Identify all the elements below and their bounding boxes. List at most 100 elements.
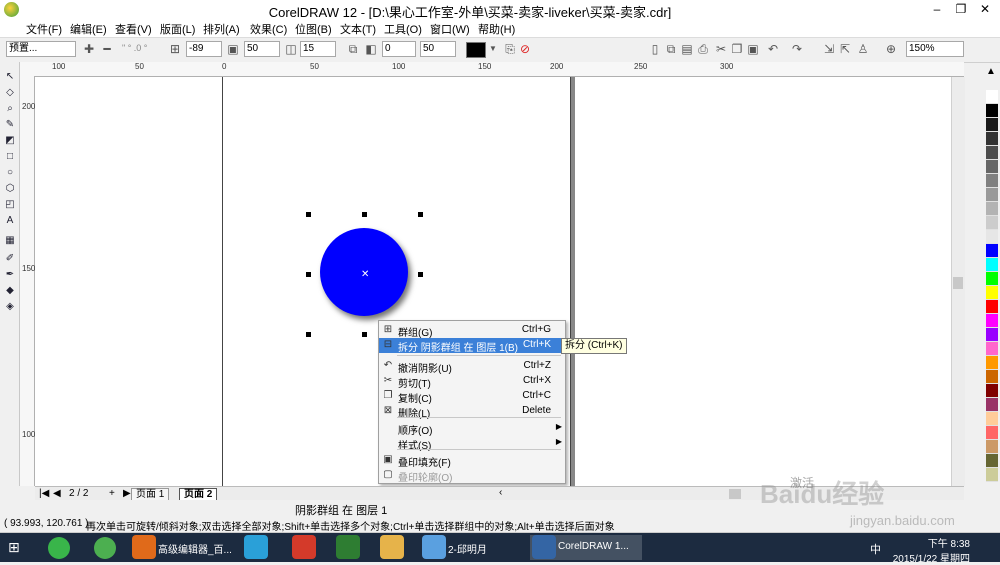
selection-handle[interactable] xyxy=(306,272,311,277)
menu-bitmaps[interactable]: 位图(B) xyxy=(295,21,332,37)
zoom-dropdown[interactable]: 150% xyxy=(906,41,964,57)
redo-icon[interactable]: ↷ xyxy=(790,42,804,56)
palette-swatch[interactable] xyxy=(986,370,998,384)
palette-swatch[interactable] xyxy=(986,174,998,188)
add-preset-icon[interactable]: ✚ xyxy=(82,42,96,56)
close-button[interactable]: ✕ xyxy=(976,0,994,18)
palette-swatch[interactable] xyxy=(986,216,998,230)
horizontal-scrollbar[interactable]: ‹ xyxy=(495,486,964,501)
palette-swatch[interactable] xyxy=(986,132,998,146)
palette-swatch[interactable] xyxy=(986,342,998,356)
palette-swatch[interactable] xyxy=(986,146,998,160)
selection-handle[interactable] xyxy=(418,272,423,277)
palette-swatch[interactable] xyxy=(986,258,998,272)
shape-tool-icon[interactable]: ◇ xyxy=(3,86,17,99)
hscroll-thumb[interactable] xyxy=(729,489,741,499)
palette-swatch[interactable] xyxy=(986,230,998,244)
menu-edit[interactable]: 编辑(E) xyxy=(70,21,107,37)
interactive-fill-tool-icon[interactable]: ◈ xyxy=(3,300,17,313)
basic-shapes-tool-icon[interactable]: ◰ xyxy=(3,198,17,211)
import-icon[interactable]: ⇲ xyxy=(822,42,836,56)
palette-swatch[interactable] xyxy=(986,314,998,328)
taskbar-button[interactable]: 2-邱明月 xyxy=(420,535,526,560)
palette-swatch[interactable] xyxy=(986,300,998,314)
export-icon[interactable]: ⇱ xyxy=(838,42,852,56)
minimize-button[interactable]: – xyxy=(928,0,946,18)
ellipse-tool-icon[interactable]: ○ xyxy=(3,166,17,179)
system-clock[interactable]: 下午 8:38 2015/1/22 星期四 xyxy=(893,535,970,565)
palette-swatch[interactable] xyxy=(986,160,998,174)
text-tool-icon[interactable]: A xyxy=(3,214,17,227)
selection-handle[interactable] xyxy=(362,332,367,337)
selection-handle[interactable] xyxy=(418,212,423,217)
fill-tool-icon[interactable]: ◆ xyxy=(3,284,17,297)
cut-icon[interactable]: ✂ xyxy=(714,42,728,56)
taskbar-button[interactable] xyxy=(334,535,374,560)
taskbar-button[interactable]: CorelDRAW 1... xyxy=(530,535,642,560)
clear-shadow-icon[interactable]: ⊘ xyxy=(518,42,532,56)
menu-arrange[interactable]: 排列(A) xyxy=(203,21,240,37)
refresh-app-icon[interactable] xyxy=(94,537,116,559)
menu-tools[interactable]: 工具(O) xyxy=(384,21,422,37)
remove-preset-icon[interactable]: ━ xyxy=(100,42,114,56)
eyedropper-tool-icon[interactable]: ✐ xyxy=(3,252,17,265)
menu-file[interactable]: 文件(F) xyxy=(26,21,62,37)
new-icon[interactable]: ▯ xyxy=(648,42,662,56)
360-security-icon[interactable] xyxy=(48,537,70,559)
context-menu-item[interactable]: 顺序(O) ▶ xyxy=(379,421,565,437)
menu-help[interactable]: 帮助(H) xyxy=(478,21,515,37)
chevron-down-icon[interactable]: ▼ xyxy=(486,42,500,56)
print-icon[interactable]: ⎙ xyxy=(696,42,710,56)
feather-direction-icon[interactable]: ⧉ xyxy=(346,42,360,56)
palette-swatch[interactable] xyxy=(986,272,998,286)
restore-button[interactable]: ❐ xyxy=(952,0,970,18)
palette-scroll-up-icon[interactable]: ▲ xyxy=(986,66,996,77)
palette-swatch[interactable] xyxy=(986,468,998,482)
context-menu-item[interactable]: ❐ 复制(C) Ctrl+C xyxy=(379,389,565,405)
pick-tool-icon[interactable]: ↖ xyxy=(3,70,17,83)
rotation-center-icon[interactable]: ✕ xyxy=(361,269,369,280)
corel-online-icon[interactable]: ⊕ xyxy=(884,42,898,56)
menu-effects[interactable]: 效果(C) xyxy=(250,21,287,37)
windows-start-icon[interactable]: ⊞ xyxy=(8,539,24,555)
context-menu-item[interactable]: ✂ 剪切(T) Ctrl+X xyxy=(379,374,565,390)
palette-swatch[interactable] xyxy=(986,356,998,370)
shadow-stretch-field[interactable]: 50 xyxy=(420,41,456,57)
palette-swatch[interactable] xyxy=(986,384,998,398)
context-menu-item[interactable]: ⊟ 拆分 阴影群组 在 图层 1(B) Ctrl+K xyxy=(379,338,565,354)
shadow-opacity-field[interactable]: 50 xyxy=(244,41,280,57)
vertical-scrollbar[interactable] xyxy=(951,77,965,486)
selection-handle[interactable] xyxy=(306,332,311,337)
palette-swatch[interactable] xyxy=(986,454,998,468)
context-menu-item[interactable]: ⊞ 群组(G) Ctrl+G xyxy=(379,323,565,339)
selection-handle[interactable] xyxy=(362,212,367,217)
open-icon[interactable]: ⧉ xyxy=(664,42,678,56)
paste-icon[interactable]: ▣ xyxy=(746,42,760,56)
menu-window[interactable]: 窗口(W) xyxy=(430,21,470,37)
palette-swatch[interactable] xyxy=(986,104,998,118)
context-menu-item[interactable]: ↶ 撤消阴影(U) Ctrl+Z xyxy=(379,359,565,375)
shadow-feather-field[interactable]: 15 xyxy=(300,41,336,57)
palette-swatch[interactable] xyxy=(986,286,998,300)
palette-swatch[interactable] xyxy=(986,328,998,342)
feather-edges-icon[interactable]: ◧ xyxy=(364,42,378,56)
preset-dropdown[interactable]: 预置... xyxy=(6,41,76,57)
shadow-color-swatch[interactable] xyxy=(466,42,486,58)
palette-swatch[interactable] xyxy=(986,412,998,426)
menu-view[interactable]: 查看(V) xyxy=(115,21,152,37)
context-menu-item[interactable]: ▣ 叠印填充(F) xyxy=(379,453,565,469)
freehand-tool-icon[interactable]: ✎ xyxy=(3,118,17,131)
taskbar-button[interactable] xyxy=(242,535,282,560)
palette-swatch[interactable] xyxy=(986,188,998,202)
horizontal-ruler[interactable]: 100 50 0 50 100 150 200 250 300 xyxy=(20,62,964,77)
scroll-thumb[interactable] xyxy=(953,277,963,289)
shadow-fade-field[interactable]: 0 xyxy=(382,41,416,57)
taskbar-button[interactable] xyxy=(378,535,418,560)
add-page-button[interactable]: + xyxy=(105,488,119,500)
selection-handle[interactable] xyxy=(306,212,311,217)
ime-indicator[interactable]: 中 xyxy=(870,541,881,557)
palette-swatch[interactable] xyxy=(986,118,998,132)
palette-swatch[interactable] xyxy=(986,440,998,454)
palette-swatch[interactable] xyxy=(986,426,998,440)
shadow-angle-field[interactable]: -89 xyxy=(186,41,222,57)
